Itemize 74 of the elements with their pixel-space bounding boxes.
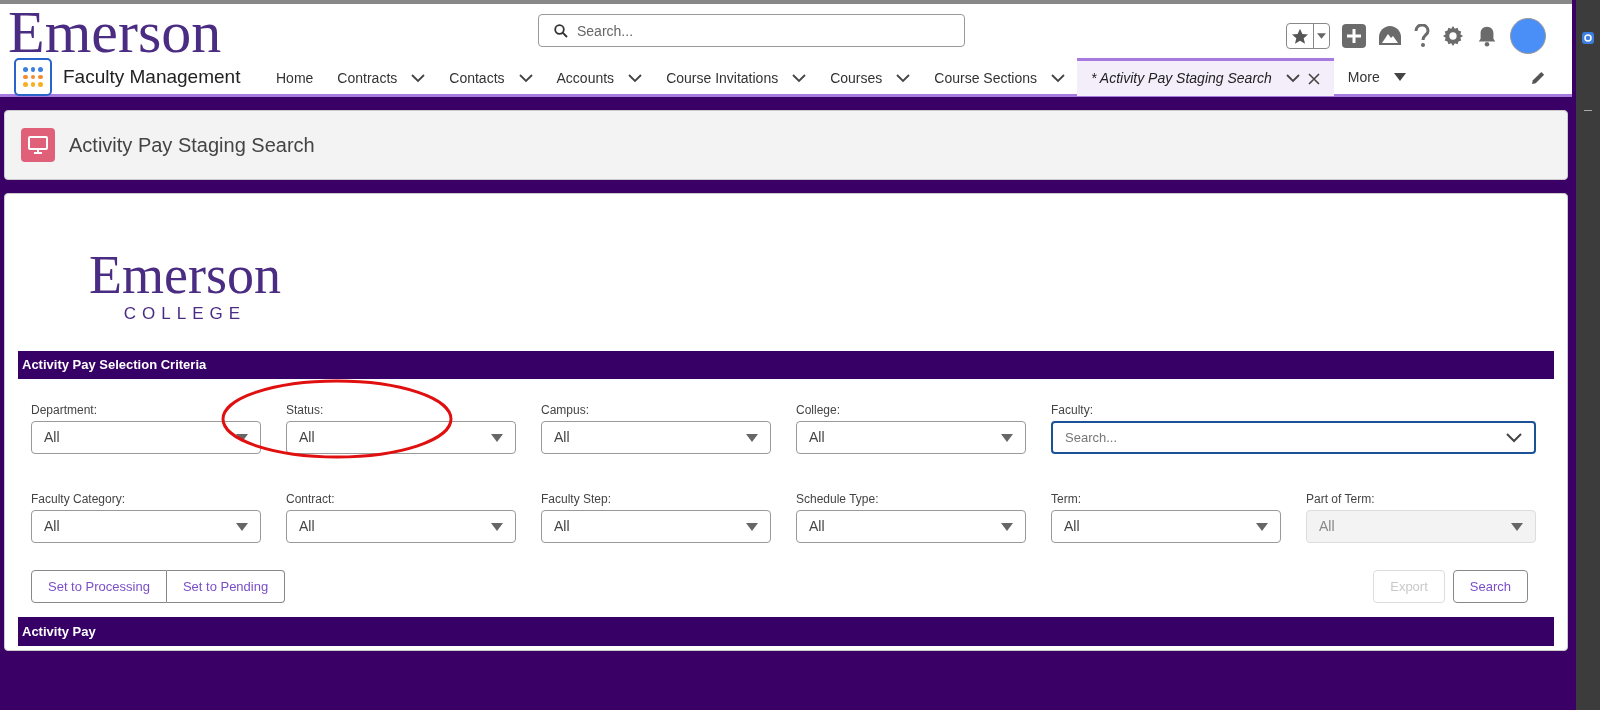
- select-field[interactable]: All: [796, 421, 1026, 454]
- caret-icon: [1317, 33, 1326, 39]
- chevron-down-icon[interactable]: [628, 74, 643, 83]
- field-label: Faculty:: [1051, 402, 1094, 417]
- caret-icon: [1001, 433, 1013, 442]
- edit-icon[interactable]: [1531, 69, 1546, 85]
- action-button[interactable]: Search: [1452, 570, 1528, 603]
- nav-tab[interactable]: Courses: [818, 58, 923, 96]
- chevron-down-icon[interactable]: [896, 74, 911, 83]
- chevron-down-icon[interactable]: [518, 74, 533, 83]
- field-label: Campus:: [541, 402, 591, 417]
- caret-icon: [236, 522, 248, 531]
- action-button[interactable]: Set to Processing: [31, 570, 167, 603]
- caret-icon: [746, 433, 758, 442]
- section-header: Activity Pay: [18, 617, 1554, 646]
- app-icon: [1582, 32, 1594, 44]
- caret-icon: [236, 433, 248, 442]
- app-launcher-icon[interactable]: [14, 58, 52, 96]
- nav-tab[interactable]: Contracts: [325, 58, 438, 96]
- caret-icon: [1511, 522, 1523, 531]
- caret-icon: [491, 522, 503, 531]
- field-label: Part of Term:: [1306, 491, 1376, 506]
- field-label: Faculty Category:: [31, 491, 127, 506]
- select-field[interactable]: All: [1051, 510, 1281, 543]
- monitor-icon: [21, 128, 55, 162]
- field-label: Schedule Type:: [796, 491, 880, 506]
- caret-icon: [1393, 73, 1406, 81]
- more-tab[interactable]: More: [1333, 58, 1420, 96]
- section-header: Activity Pay Selection Criteria: [18, 351, 1554, 379]
- app-name: Faculty Management: [63, 64, 241, 89]
- search-icon: [554, 24, 568, 38]
- select-field[interactable]: All: [31, 510, 261, 543]
- search-field[interactable]: Search...: [538, 14, 965, 47]
- favorites-button[interactable]: [1286, 23, 1330, 49]
- chevron-down-icon[interactable]: [411, 74, 426, 83]
- field-label: Department:: [31, 402, 99, 417]
- caret-icon: [746, 522, 758, 531]
- chevron-down-icon[interactable]: [792, 74, 807, 83]
- field-label: Term:: [1051, 491, 1082, 506]
- caret-icon: [1001, 522, 1013, 531]
- select-field[interactable]: All: [286, 510, 516, 543]
- nav-tab[interactable]: Accounts: [544, 58, 655, 96]
- star-icon: [1291, 28, 1309, 45]
- avatar[interactable]: [1510, 18, 1546, 54]
- field-label: Faculty Step:: [541, 491, 613, 506]
- nav-tab[interactable]: Course Sections: [922, 58, 1078, 96]
- select-field[interactable]: All: [286, 421, 516, 454]
- emerson-logo: Emerson: [8, 6, 222, 58]
- select-field[interactable]: All: [541, 510, 771, 543]
- nav-tab[interactable]: Home: [264, 58, 326, 96]
- help-icon[interactable]: [1414, 24, 1430, 48]
- field-label: Status:: [286, 402, 325, 417]
- close-icon[interactable]: [1307, 72, 1320, 85]
- notifications-icon[interactable]: [1476, 25, 1498, 47]
- page-title: Activity Pay Staging Search: [69, 133, 315, 158]
- nav-tab[interactable]: Course Invitations: [654, 58, 819, 96]
- nav-tab[interactable]: * Activity Pay Staging Search: [1077, 58, 1334, 96]
- emerson-college-logo: Emerson COLLEGE: [88, 249, 282, 325]
- settings-icon[interactable]: [1442, 25, 1464, 47]
- select-field: All: [1306, 510, 1536, 543]
- select-field[interactable]: All: [31, 421, 261, 454]
- field-label: Contract:: [286, 491, 336, 506]
- chevron-down-icon[interactable]: [1285, 74, 1300, 83]
- select-field[interactable]: All: [796, 510, 1026, 543]
- chevron-down-icon: [1506, 433, 1522, 443]
- select-field[interactable]: All: [541, 421, 771, 454]
- faculty-combobox[interactable]: Search...: [1051, 421, 1536, 454]
- chevron-down-icon[interactable]: [1051, 74, 1066, 83]
- action-button[interactable]: Set to Pending: [166, 570, 286, 603]
- nav-tab[interactable]: Contacts: [437, 58, 545, 96]
- caret-icon: [491, 433, 503, 442]
- add-icon[interactable]: [1342, 24, 1366, 48]
- field-label: College:: [796, 402, 842, 417]
- caret-icon: [1256, 522, 1268, 531]
